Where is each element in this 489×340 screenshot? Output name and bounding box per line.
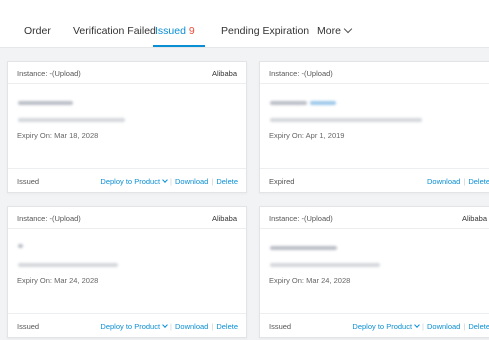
expiry-date: Expiry On: Mar 24, 2028: [269, 276, 351, 285]
card-footer: Issued Deploy to Product | Download | Delete: [8, 168, 246, 192]
expiry-date: Expiry On: Apr 1, 2019: [269, 131, 345, 140]
tab-pending-expiration[interactable]: Pending Expiration: [221, 25, 309, 37]
certificate-card: Instance: -(Upload) Expiry On: Apr 1, 20…: [259, 61, 489, 193]
blurred-domain-link: [310, 101, 336, 105]
status-label: Issued: [17, 177, 40, 186]
deploy-label: Deploy to Product: [100, 177, 161, 186]
delete-link[interactable]: Delete: [468, 322, 489, 331]
card-footer: Issued Deploy to Product | Download | Delete: [260, 313, 489, 337]
download-link[interactable]: Download: [175, 177, 208, 186]
download-link[interactable]: Download: [427, 177, 460, 186]
tab-issued[interactable]: Issued 9: [155, 25, 195, 37]
status-label: Issued: [17, 322, 40, 331]
certificate-card: Instance: -(Upload) Alibaba Expiry On: M…: [7, 61, 247, 193]
chevron-down-icon: [162, 177, 168, 183]
deploy-label: Deploy to Product: [100, 322, 161, 331]
deploy-label: Deploy to Product: [352, 322, 413, 331]
tab-order[interactable]: Order: [24, 25, 51, 37]
card-footer: Expired Download | Delete: [260, 168, 489, 192]
card-footer: Issued Deploy to Product | Download | Delete: [8, 313, 246, 337]
download-link[interactable]: Download: [175, 322, 208, 331]
card-actions: Deploy to Product | Download | Delete: [100, 177, 238, 186]
blurred-domain: [18, 101, 73, 105]
tab-issued-count: 9: [188, 25, 195, 37]
brand-label: Alibaba: [211, 69, 237, 78]
expiry-date: Expiry On: Mar 18, 2028: [17, 131, 99, 140]
card-header: Instance: -(Upload) Alibaba: [260, 207, 489, 229]
instance-label: Instance: -(Upload): [269, 69, 333, 78]
card-actions: Download | Delete: [427, 177, 489, 186]
certificate-card: Instance: -(Upload) Alibaba Expiry On: M…: [259, 206, 489, 338]
chevron-down-icon: [162, 322, 168, 328]
deploy-to-product-button[interactable]: Deploy to Product: [100, 177, 168, 186]
blurred-bound-domain: [270, 118, 422, 122]
tab-more[interactable]: More: [317, 24, 353, 37]
instance-label: Instance: -(Upload): [17, 69, 81, 78]
brand-label: Alibaba: [211, 214, 237, 223]
status-label: Expired: [269, 177, 295, 186]
blurred-domain: [270, 246, 337, 250]
instance-label: Instance: -(Upload): [17, 214, 81, 223]
status-label: Issued: [269, 322, 292, 331]
tab-more-label: More: [317, 25, 341, 37]
card-header: Instance: -(Upload) Alibaba: [8, 207, 246, 229]
blurred-bound-domain: [270, 263, 380, 267]
card-actions: Deploy to Product | Download | Delete: [352, 322, 489, 331]
card-actions: Deploy to Product | Download | Delete: [100, 322, 238, 331]
expiry-date: Expiry On: Mar 24, 2028: [17, 276, 99, 285]
download-link[interactable]: Download: [427, 322, 460, 331]
tabs-bar: Order Verification Failed Issued 9 Pendi…: [0, 0, 489, 48]
instance-label: Instance: -(Upload): [269, 214, 333, 223]
deploy-to-product-button[interactable]: Deploy to Product: [352, 322, 420, 331]
active-tab-indicator: [153, 45, 205, 47]
tab-verification-failed[interactable]: Verification Failed: [73, 25, 156, 37]
blurred-bound-domain: [18, 118, 125, 122]
chevron-down-icon: [343, 24, 353, 34]
tab-issued-label: Issued: [155, 25, 186, 37]
delete-link[interactable]: Delete: [216, 177, 238, 186]
blurred-domain: [270, 101, 307, 105]
blurred-domain: [18, 244, 23, 248]
card-header: Instance: -(Upload): [260, 62, 489, 84]
chevron-down-icon: [414, 322, 420, 328]
deploy-to-product-button[interactable]: Deploy to Product: [100, 322, 168, 331]
brand-label: Alibaba: [461, 214, 487, 223]
certificate-card: Instance: -(Upload) Alibaba Expiry On: M…: [7, 206, 247, 338]
card-header: Instance: -(Upload) Alibaba: [8, 62, 246, 84]
delete-link[interactable]: Delete: [216, 322, 238, 331]
delete-link[interactable]: Delete: [468, 177, 489, 186]
blurred-bound-domain: [18, 263, 118, 267]
